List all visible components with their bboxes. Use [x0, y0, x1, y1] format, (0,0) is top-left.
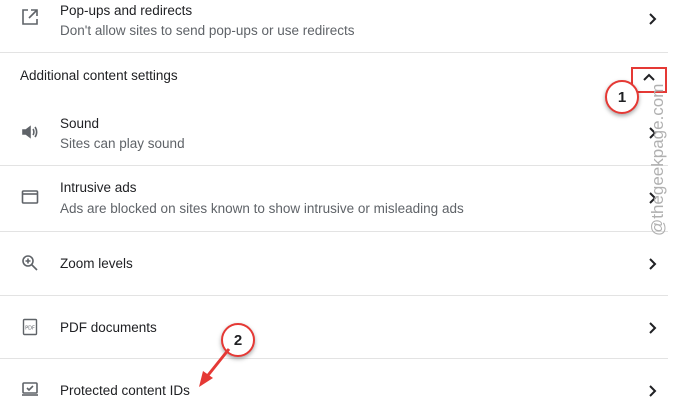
protected-content-icon	[20, 379, 40, 399]
pdf-file-icon: PDF	[20, 317, 40, 337]
protected-content-ids-row[interactable]: Protected content IDs	[0, 359, 668, 413]
svg-text:PDF: PDF	[25, 326, 35, 332]
chevron-right-icon[interactable]	[645, 384, 659, 398]
sound-subtitle: Sites can play sound	[60, 136, 185, 151]
chevron-right-icon[interactable]	[645, 257, 659, 271]
open-external-icon	[20, 7, 40, 27]
zoom-in-icon	[20, 253, 40, 273]
sound-row[interactable]: Sound Sites can play sound	[0, 102, 668, 164]
pdf-documents-title: PDF documents	[60, 320, 157, 335]
zoom-levels-title: Zoom levels	[60, 256, 133, 271]
browser-window-icon	[20, 187, 40, 207]
chevron-right-icon[interactable]	[645, 12, 659, 26]
annotation-arrow	[199, 348, 231, 387]
pdf-documents-row[interactable]: PDF PDF documents	[0, 296, 668, 358]
intrusive-ads-row[interactable]: Intrusive ads Ads are blocked on sites k…	[0, 166, 668, 230]
protected-content-ids-title: Protected content IDs	[60, 383, 190, 398]
intrusive-ads-title: Intrusive ads	[60, 180, 137, 195]
popups-redirects-title: Pop-ups and redirects	[60, 3, 193, 18]
chevron-right-icon[interactable]	[645, 321, 659, 335]
popups-redirects-row[interactable]: Pop-ups and redirects Don't allow sites …	[0, 0, 668, 52]
speaker-icon	[20, 122, 40, 142]
right-margin	[668, 0, 686, 413]
section-title: Additional content settings	[20, 68, 178, 83]
popups-redirects-subtitle: Don't allow sites to send pop-ups or use…	[60, 23, 355, 38]
step-1-badge: 1	[605, 80, 639, 114]
sound-title: Sound	[60, 116, 100, 131]
intrusive-ads-subtitle: Ads are blocked on sites known to show i…	[60, 201, 464, 216]
watermark: @thegeekpage.com	[648, 83, 667, 236]
zoom-levels-row[interactable]: Zoom levels	[0, 232, 668, 295]
